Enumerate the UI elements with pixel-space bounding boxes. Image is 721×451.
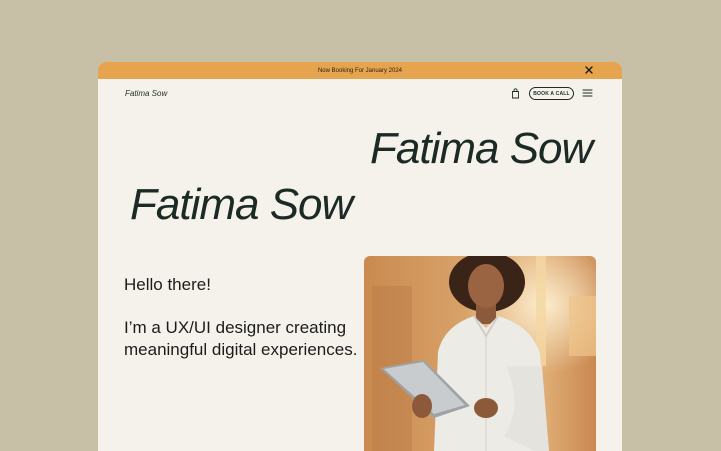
book-a-call-button[interactable]: BOOK A CALL [529,87,574,100]
top-navigation: Fatima Sow BOOK A CALL [98,79,622,109]
shopping-bag-icon[interactable] [511,88,520,99]
brand-logo-text[interactable]: Fatima Sow [125,89,167,98]
portrait-illustration [364,256,596,451]
greeting-text: Hello there! [124,275,211,294]
website-window: Now Booking For January 2024 Fatima Sow … [98,62,622,451]
intro-text: I’m a UX/UI designer creating meaningful… [124,318,358,359]
announcement-bar: Now Booking For January 2024 [98,62,622,79]
hamburger-menu-icon[interactable] [582,88,593,98]
hero-name-line-2: Fatima Sow [130,180,353,229]
portrait-photo [364,256,596,451]
close-icon[interactable] [584,65,594,75]
announcement-text: Now Booking For January 2024 [317,67,403,74]
hero-name-line-1: Fatima Sow [370,124,593,173]
